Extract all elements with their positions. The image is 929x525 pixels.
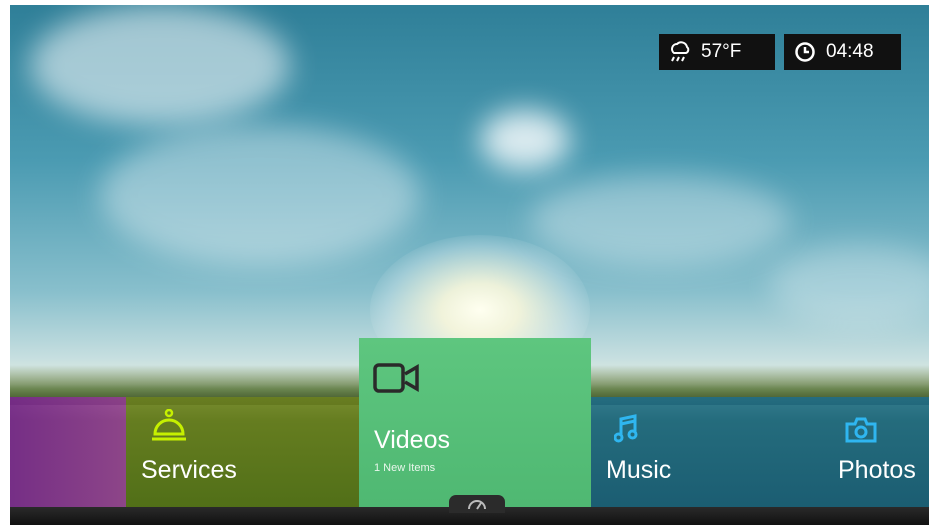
- menu-tile-sublabel: 1 New Items: [374, 462, 436, 474]
- background-cloud: [770, 245, 929, 325]
- video-camera-icon: [373, 363, 419, 393]
- clock-widget: 04:48: [784, 34, 901, 70]
- menu-tile-previous[interactable]: [10, 397, 126, 507]
- menu-tile-label: Music: [606, 456, 672, 484]
- menu-tile-videos[interactable]: Videos 1 New Items: [359, 338, 591, 508]
- music-note-icon: [614, 414, 638, 443]
- menu-tile-services[interactable]: Services: [126, 397, 359, 507]
- menu-tile-label: Videos: [374, 426, 450, 454]
- camera-icon: [845, 417, 877, 443]
- background-cloud: [530, 175, 790, 265]
- menu-tile-label: Photos: [838, 456, 916, 484]
- background-cloud: [30, 5, 290, 125]
- weather-rain-cloud-icon: [671, 41, 690, 62]
- home-screen: 57°F 04:48 Services Music Photos Videos …: [10, 5, 929, 525]
- menu-tile-music[interactable]: Music Photos: [591, 397, 929, 507]
- weather-widget: 57°F: [659, 34, 775, 70]
- clock-icon: [795, 42, 815, 62]
- service-bell-icon: [152, 409, 186, 441]
- background-cloud: [480, 110, 570, 170]
- clock-time: 04:48: [826, 41, 874, 62]
- gauge-icon: [468, 500, 486, 510]
- menu-tile-label: Services: [141, 456, 237, 484]
- bottom-tab[interactable]: [449, 495, 505, 513]
- menu-tile-photos[interactable]: Photos: [827, 397, 929, 507]
- temperature-value: 57°F: [701, 41, 742, 62]
- background-cloud: [100, 125, 420, 265]
